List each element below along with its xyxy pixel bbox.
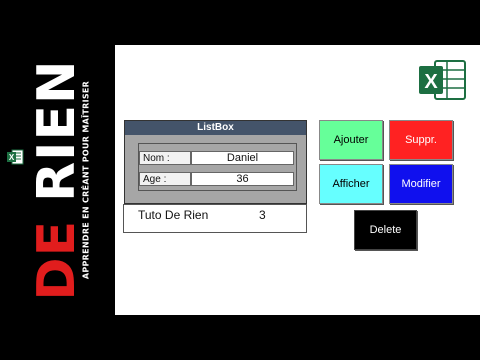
listbox-form: Nom : Daniel Age : 36 — [124, 135, 307, 204]
age-label: Age : — [139, 172, 191, 186]
listbox[interactable]: Tuto De Rien 3 — [123, 204, 307, 233]
listbox-title: ListBox — [124, 120, 307, 136]
channel-branding: DE RIEN APPRENDRE EN CRÉANT POUR MAÎTRISE… — [0, 0, 115, 360]
excel-logo-letter: X — [424, 71, 438, 93]
age-field[interactable]: 36 — [191, 172, 294, 186]
delete-button[interactable]: Delete — [354, 210, 417, 250]
afficher-button[interactable]: Afficher — [319, 164, 383, 204]
nom-field[interactable]: Daniel — [191, 151, 294, 165]
list-item-number: 3 — [259, 208, 266, 222]
brand-word-de: DE — [27, 219, 87, 301]
worksheet-panel: X ListBox Nom : Daniel Age : 36 Tuto De … — [115, 45, 480, 315]
brand-tagline: APPRENDRE EN CRÉANT POUR MAÎTRISER — [81, 80, 91, 280]
excel-logo-icon: X — [419, 60, 466, 100]
brand-title: DE RIEN — [27, 59, 87, 300]
suppr-button[interactable]: Suppr. — [389, 120, 453, 160]
modifier-button[interactable]: Modifier — [389, 164, 453, 204]
nom-label: Nom : — [139, 151, 191, 165]
brand-word-rien: RIEN — [27, 59, 87, 202]
excel-icon: X — [7, 149, 24, 165]
ajouter-button[interactable]: Ajouter — [319, 120, 383, 160]
list-item-name: Tuto De Rien — [138, 208, 209, 222]
mini-excel-letter: X — [9, 153, 15, 162]
